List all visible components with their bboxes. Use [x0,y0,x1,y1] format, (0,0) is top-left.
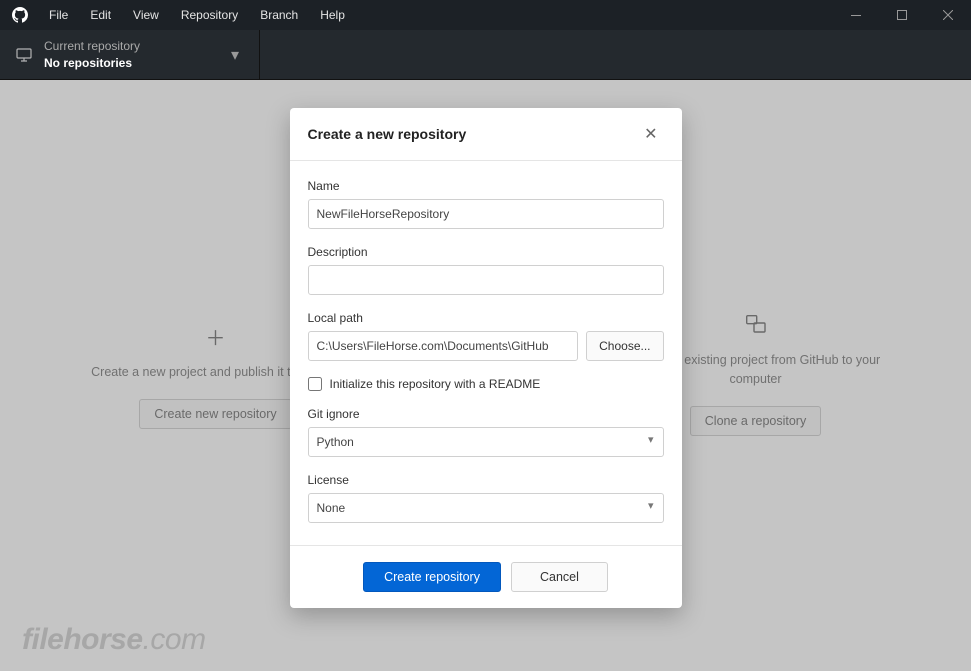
menu-edit[interactable]: Edit [79,0,122,30]
close-icon: ✕ [644,126,657,143]
initialize-readme-checkbox[interactable] [308,377,322,391]
dialog-title: Create a new repository [308,126,467,142]
header-bar: Current repository No repositories ▾ [0,30,971,80]
license-label: License [308,473,664,487]
local-path-label: Local path [308,311,664,325]
cancel-button[interactable]: Cancel [511,562,608,592]
choose-path-button[interactable]: Choose... [586,331,663,361]
titlebar: File Edit View Repository Branch Help [0,0,971,30]
close-icon [943,10,953,20]
name-label: Name [308,179,664,193]
gitignore-value: Python [317,435,354,449]
description-label: Description [308,245,664,259]
menu-help[interactable]: Help [309,0,356,30]
window-close-button[interactable] [925,0,971,30]
dialog-close-button[interactable]: ✕ [638,122,663,146]
watermark: filehorse.com [22,623,206,657]
maximize-icon [897,10,907,20]
gitignore-select[interactable]: Python [308,427,664,457]
menu-view[interactable]: View [122,0,170,30]
initialize-readme-label: Initialize this repository with a README [330,377,541,391]
desktop-icon [16,47,32,63]
current-repository-label: Current repository [44,38,140,54]
watermark-text-b: .com [143,623,206,656]
watermark-text-a: filehorse [22,623,143,656]
window-minimize-button[interactable] [833,0,879,30]
create-repository-dialog: Create a new repository ✕ Name Descripti… [290,108,682,608]
local-path-input[interactable] [308,331,579,361]
window-maximize-button[interactable] [879,0,925,30]
gitignore-label: Git ignore [308,407,664,421]
menu-branch[interactable]: Branch [249,0,309,30]
current-repository-value: No repositories [44,55,140,71]
chevron-down-icon: ▾ [231,45,239,65]
github-icon [12,7,28,23]
minimize-icon [851,15,861,16]
license-select[interactable]: None [308,493,664,523]
current-repository-dropdown[interactable]: Current repository No repositories ▾ [0,30,260,79]
menu-repository[interactable]: Repository [170,0,249,30]
name-input[interactable] [308,199,664,229]
description-input[interactable] [308,265,664,295]
create-repository-submit-button[interactable]: Create repository [363,562,501,592]
license-value: None [317,501,346,515]
menu-file[interactable]: File [38,0,79,30]
